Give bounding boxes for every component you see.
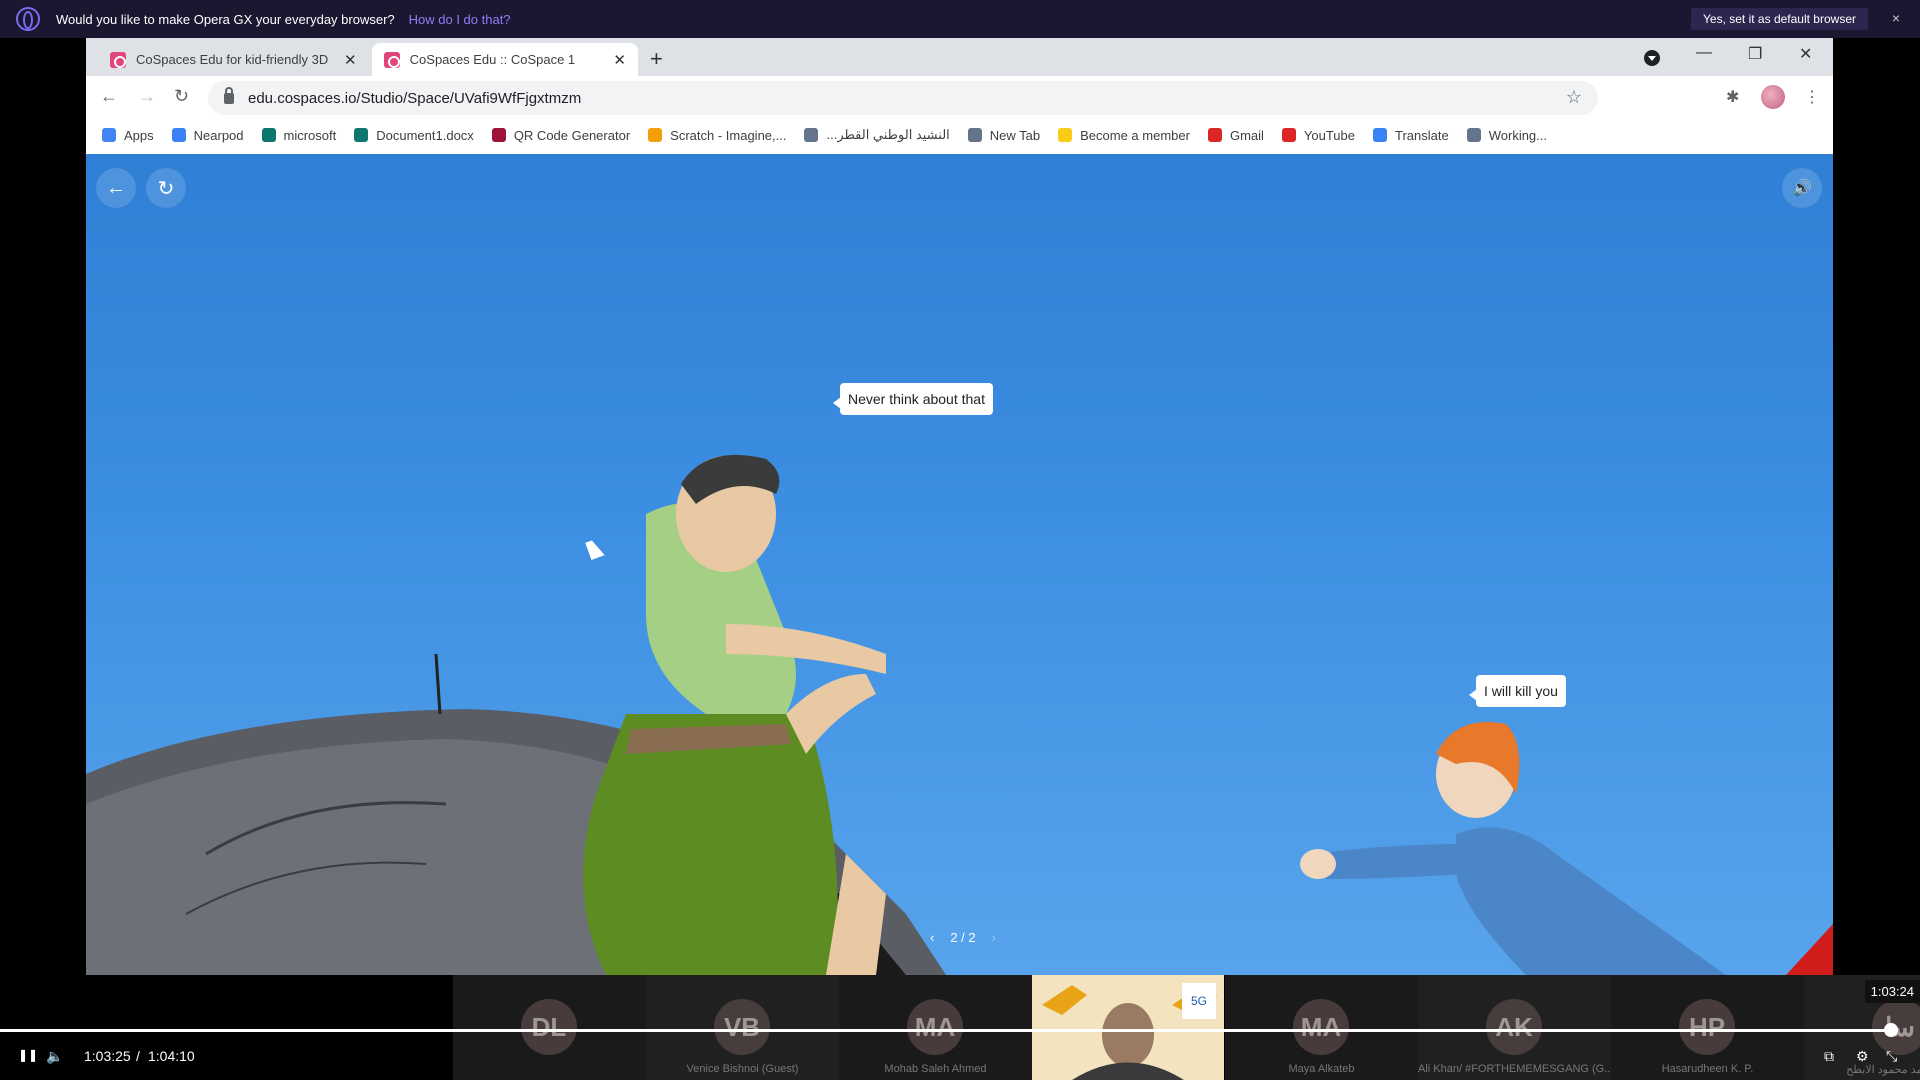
opera-prompt-close-icon[interactable]: × — [1892, 10, 1900, 26]
bookmark-item[interactable]: New Tab — [967, 127, 1041, 143]
bookmark-item[interactable]: Translate — [1373, 128, 1449, 143]
bookmark-favicon-icon — [967, 128, 982, 142]
volume-icon[interactable]: 🔈 — [46, 1048, 63, 1065]
opera-how-link[interactable]: How do I do that? — [409, 12, 511, 27]
bookmark-label: New Tab — [989, 127, 1041, 143]
bookmark-item[interactable]: ...النشيد الوطني القطر — [804, 127, 950, 143]
tab-cospace-1[interactable]: CoSpaces Edu :: CoSpace 1 ✕ — [372, 43, 638, 76]
bookmark-label: Document1.docx — [376, 127, 474, 143]
time-separator: / — [136, 1048, 140, 1064]
restore-button[interactable]: ❐ — [1748, 44, 1762, 64]
speech-bubble-boy: I will kill you — [1469, 675, 1566, 707]
new-tab-button[interactable]: + — [650, 46, 663, 72]
reload-icon[interactable]: ↻ — [174, 86, 189, 107]
pager-text: 2 / 2 — [950, 930, 976, 945]
bookmarks-bar: Apps Nearpod microsoft Document1.docx QR Cod… — [86, 120, 1833, 150]
close-window-button[interactable]: ✕ — [1799, 44, 1812, 64]
scene-illustration — [86, 454, 1833, 975]
bookmark-favicon-icon — [261, 128, 276, 142]
captions-icon[interactable]: ⧉ — [1824, 1048, 1834, 1065]
tab-strip: CoSpaces Edu for kid-friendly 3D ✕ CoSpa… — [86, 38, 1833, 76]
bookmark-star-icon[interactable]: ☆ — [1566, 87, 1582, 108]
set-default-button[interactable]: Yes, set it as default browser — [1691, 8, 1868, 30]
cospaces-favicon-icon — [384, 51, 400, 68]
pager-next-icon[interactable]: › — [992, 930, 996, 945]
bookmark-label: Nearpod — [193, 127, 244, 143]
total-time: 1:04:10 — [148, 1048, 195, 1064]
tab-search-icon[interactable] — [1644, 50, 1660, 66]
bookmark-item[interactable]: Working... — [1466, 127, 1547, 143]
browser-window: CoSpaces Edu for kid-friendly 3D ✕ CoSpa… — [86, 38, 1833, 975]
pause-icon[interactable]: ❚❚ — [18, 1048, 38, 1062]
bookmark-favicon-icon — [171, 128, 186, 142]
bookmark-item[interactable]: QR Code Generator — [491, 127, 631, 143]
bookmark-item[interactable]: Scratch - Imagine,... — [648, 128, 786, 143]
bookmark-favicon-icon — [1466, 128, 1481, 142]
bookmark-item[interactable]: Gmail — [1207, 127, 1264, 143]
bookmark-item[interactable]: YouTube — [1281, 127, 1355, 143]
lock-icon[interactable] — [224, 86, 234, 104]
fullscreen-icon[interactable]: ⤡ — [1886, 1048, 1897, 1065]
bookmark-favicon-icon — [491, 128, 506, 142]
bookmark-item[interactable]: Nearpod — [171, 127, 244, 143]
forward-icon[interactable]: → — [138, 86, 156, 107]
browser-toolbar: ← → ↻ edu.cospaces.io/Studio/Space/UVafi… — [86, 76, 1833, 120]
bookmark-item[interactable]: microsoft — [261, 127, 337, 143]
opera-logo-icon — [16, 7, 40, 31]
sound-toggle-icon[interactable]: 🔊 — [1782, 168, 1822, 208]
bookmark-favicon-icon — [1373, 128, 1387, 142]
cospace-viewport[interactable]: ← ↻ 🔊 Never think about that I will kill… — [86, 154, 1833, 975]
current-time: 1:03:25 — [84, 1048, 131, 1064]
bookmark-label: YouTube — [1303, 127, 1355, 143]
playback-progress-bar[interactable] — [0, 1029, 1892, 1032]
bookmark-favicon-icon — [1058, 128, 1073, 142]
hover-time: 1:03:24 — [1864, 980, 1920, 1003]
minimize-button[interactable]: — — [1696, 44, 1712, 62]
progress-knob[interactable] — [1884, 1023, 1898, 1037]
bookmark-label: Working... — [1488, 127, 1547, 143]
pager-prev-icon[interactable]: ‹ — [930, 930, 934, 945]
back-icon[interactable]: ← — [100, 86, 118, 107]
bookmark-label: Apps — [124, 127, 154, 143]
viewport-reset-button[interactable]: ↻ — [146, 168, 186, 208]
svg-text:5G: 5G — [1191, 994, 1207, 1008]
bookmark-label: Gmail — [1229, 127, 1264, 143]
bookmark-item[interactable]: Apps — [102, 128, 154, 143]
bookmark-label: microsoft — [283, 127, 337, 143]
bookmark-label: Become a member — [1080, 127, 1190, 143]
profile-avatar[interactable] — [1761, 85, 1785, 109]
bookmark-favicon-icon — [1281, 128, 1296, 142]
chrome-menu-icon[interactable]: ⋮ — [1804, 87, 1820, 107]
extensions-icon[interactable]: ✱ — [1726, 87, 1739, 107]
url-text[interactable]: edu.cospaces.io/Studio/Space/UVafi9WfFjg… — [248, 90, 581, 107]
viewport-back-button[interactable]: ← — [96, 168, 136, 208]
tab-close-icon[interactable]: ✕ — [344, 51, 357, 69]
bookmark-favicon-icon — [804, 128, 819, 142]
bookmark-label: ...النشيد الوطني القطر — [826, 127, 950, 142]
bookmark-label: Scratch - Imagine,... — [670, 127, 787, 143]
bookmark-favicon-icon — [102, 128, 116, 142]
tab-title: CoSpaces Edu :: CoSpace 1 — [409, 52, 576, 67]
bookmark-label: QR Code Generator — [513, 127, 631, 143]
cospaces-favicon-icon — [110, 51, 126, 68]
tab-title: CoSpaces Edu for kid-friendly 3D — [136, 52, 329, 67]
bookmark-favicon-icon — [354, 128, 369, 142]
bookmark-favicon-icon — [1207, 128, 1222, 142]
bookmark-item[interactable]: Become a member — [1058, 128, 1190, 143]
bookmark-favicon-icon — [648, 128, 663, 142]
address-bar[interactable]: edu.cospaces.io/Studio/Space/UVafi9WfFjg… — [208, 81, 1598, 115]
scene-pager: ‹ 2 / 2 › — [922, 930, 1004, 945]
bookmark-item[interactable]: Document1.docx — [354, 128, 474, 143]
tab-cospaces-home[interactable]: CoSpaces Edu for kid-friendly 3D ✕ — [98, 43, 370, 76]
tab-close-icon[interactable]: ✕ — [613, 51, 626, 69]
opera-prompt-message: Would you like to make Opera GX your eve… — [56, 11, 395, 27]
opera-default-prompt: Would you like to make Opera GX your eve… — [0, 0, 1920, 38]
settings-gear-icon[interactable]: ⚙ — [1856, 1048, 1869, 1065]
screen: Would you like to make Opera GX your eve… — [0, 0, 1920, 1080]
player-controls: ❚❚ 🔈 1:03:25 / 1:04:10 ⧉ ⚙ ⤡ — [0, 1043, 1920, 1073]
bookmark-label: Translate — [1395, 127, 1449, 143]
speech-bubble-woman: Never think about that — [833, 383, 993, 415]
